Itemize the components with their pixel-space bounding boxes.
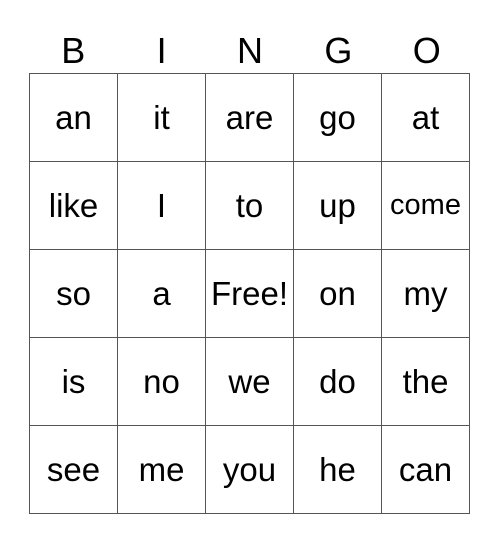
- header-letter: N: [236, 30, 263, 71]
- header-letter: B: [61, 30, 86, 71]
- bingo-cell[interactable]: up: [294, 162, 382, 250]
- bingo-cell[interactable]: go: [294, 74, 382, 162]
- bingo-cell[interactable]: see: [30, 426, 118, 514]
- bingo-cell[interactable]: he: [294, 426, 382, 514]
- bingo-cell[interactable]: I: [118, 162, 206, 250]
- bingo-cell[interactable]: me: [118, 426, 206, 514]
- bingo-cell[interactable]: is: [30, 338, 118, 426]
- bingo-cell[interactable]: at: [382, 74, 470, 162]
- bingo-cell[interactable]: to: [206, 162, 294, 250]
- bingo-card-grid: an it are go at like I to up come so a F…: [29, 73, 470, 514]
- bingo-cell[interactable]: can: [382, 426, 470, 514]
- bingo-cell[interactable]: it: [118, 74, 206, 162]
- bingo-cell[interactable]: you: [206, 426, 294, 514]
- bingo-cell[interactable]: we: [206, 338, 294, 426]
- header-letter: O: [412, 30, 441, 71]
- header-letter: I: [156, 30, 167, 71]
- header-letter: G: [324, 30, 353, 71]
- bingo-cell[interactable]: the: [382, 338, 470, 426]
- free-space-cell[interactable]: Free!: [206, 250, 294, 338]
- bingo-cell[interactable]: so: [30, 250, 118, 338]
- bingo-header: B I N G O: [29, 28, 471, 73]
- bingo-cell[interactable]: my: [382, 250, 470, 338]
- bingo-cell[interactable]: on: [294, 250, 382, 338]
- bingo-cell[interactable]: like: [30, 162, 118, 250]
- bingo-cell[interactable]: no: [118, 338, 206, 426]
- bingo-cell[interactable]: do: [294, 338, 382, 426]
- bingo-cell[interactable]: come: [382, 162, 470, 250]
- bingo-cell[interactable]: a: [118, 250, 206, 338]
- bingo-cell[interactable]: are: [206, 74, 294, 162]
- bingo-cell[interactable]: an: [30, 74, 118, 162]
